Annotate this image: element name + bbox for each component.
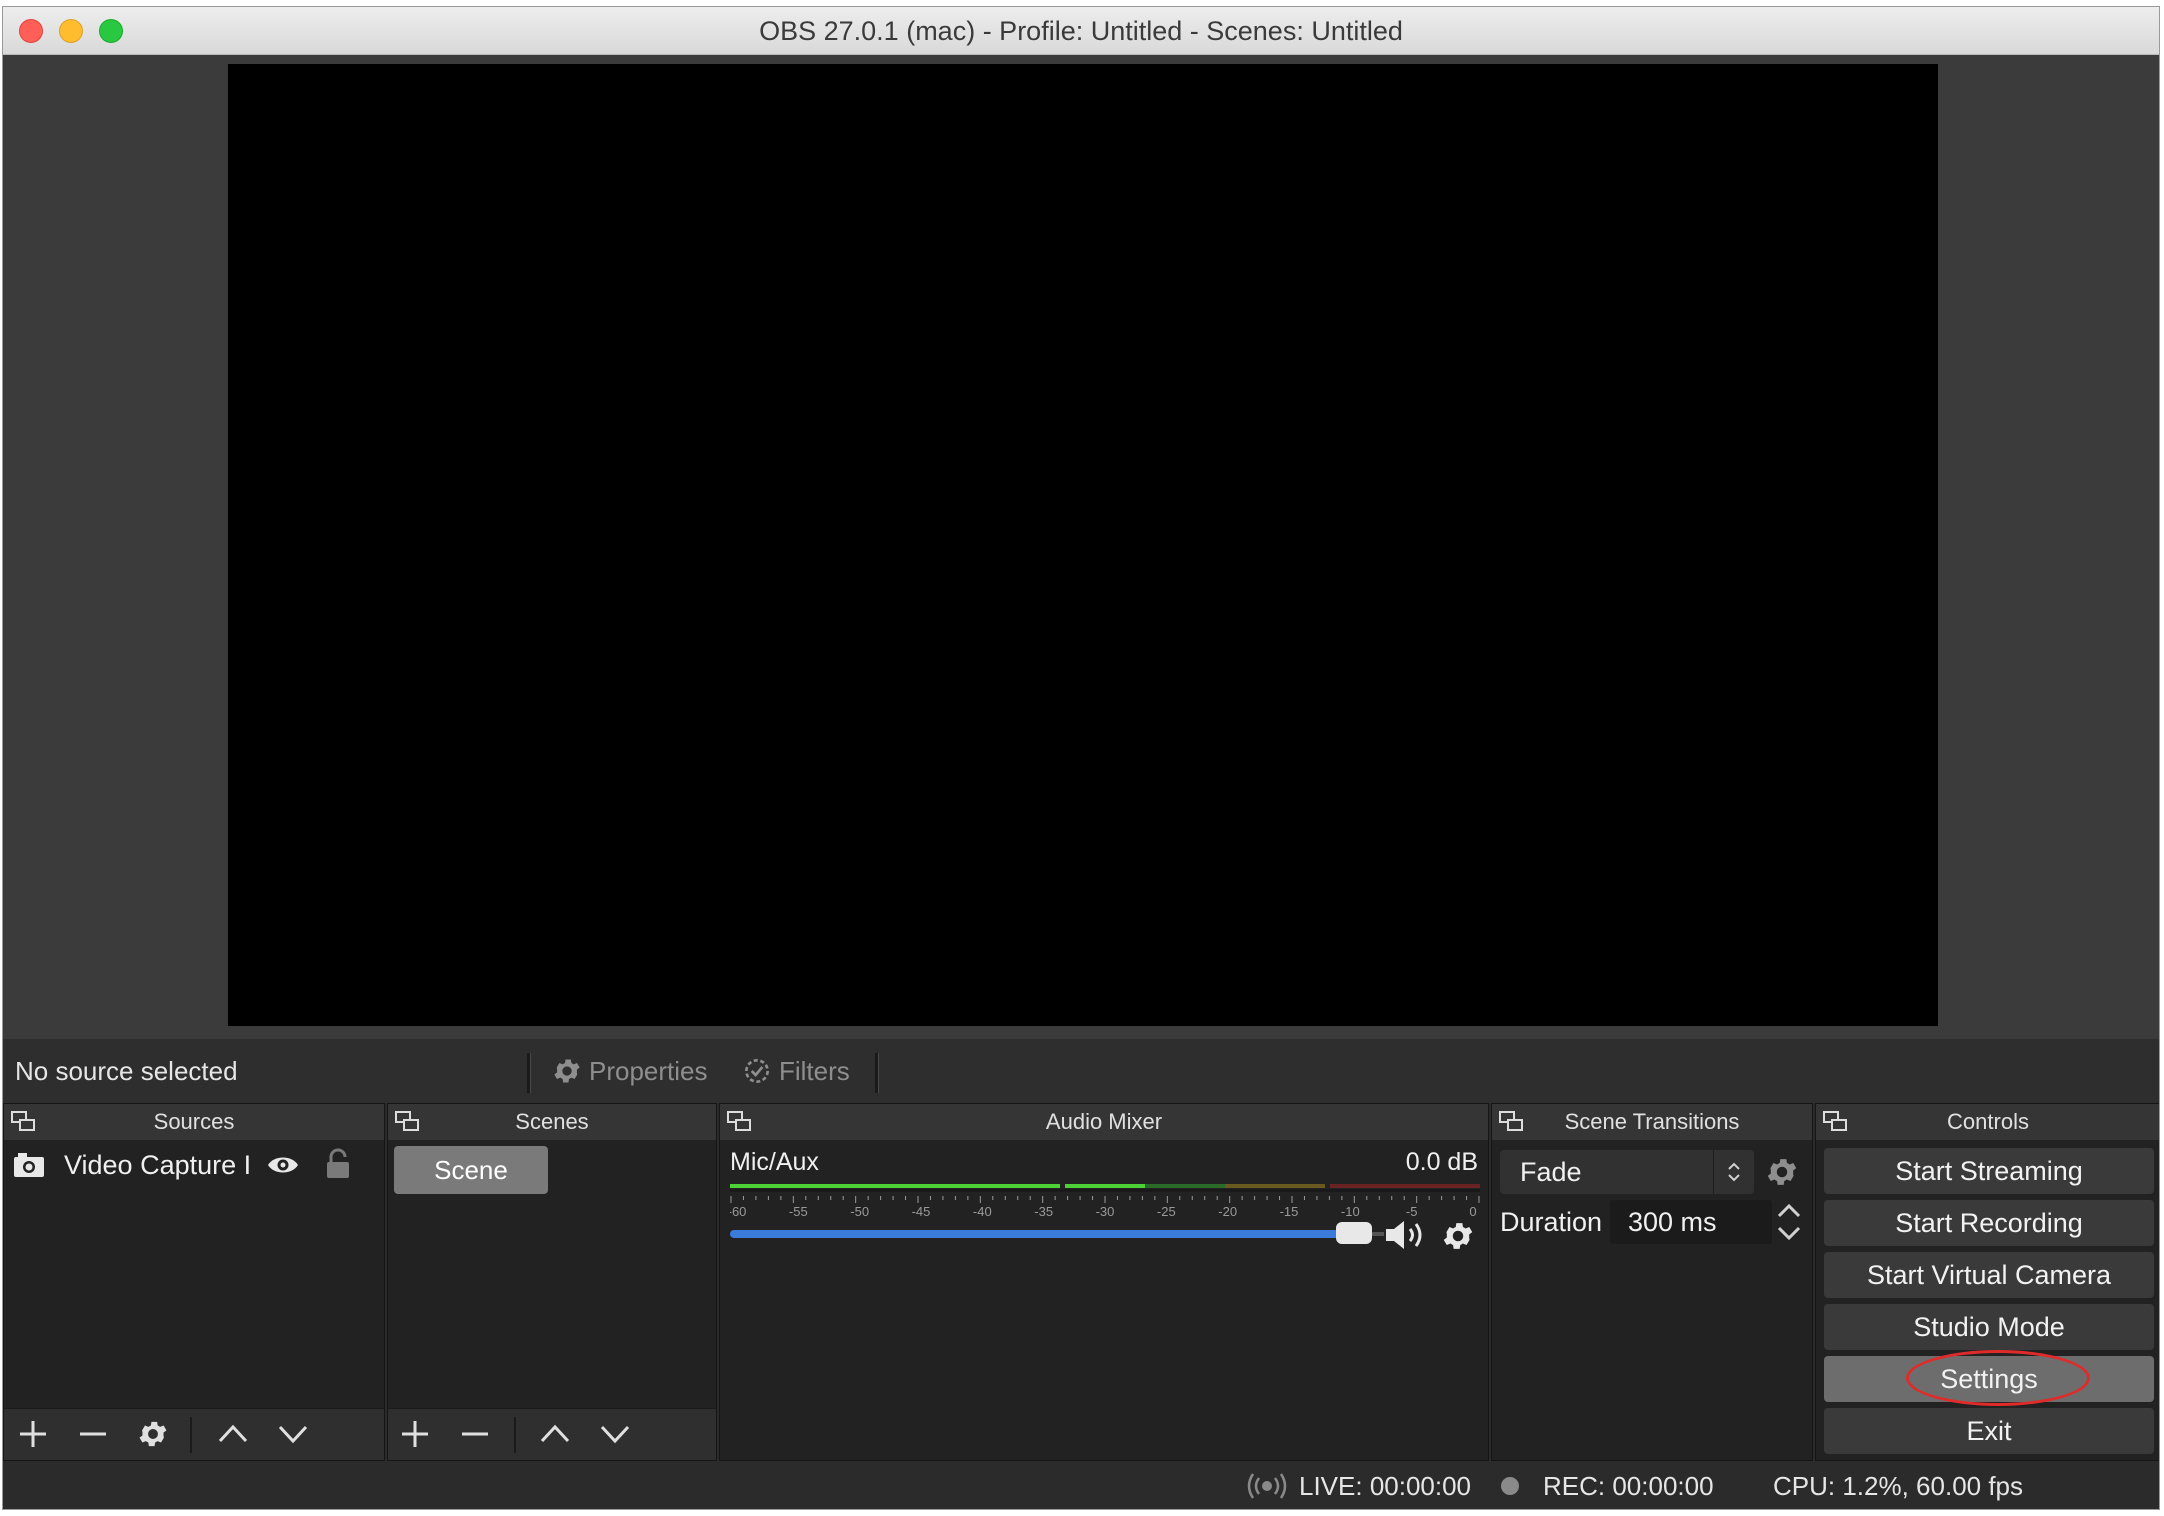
source-item-label: Video Capture I	[64, 1150, 252, 1180]
filters-button[interactable]: Filters	[741, 1039, 850, 1103]
status-bar: LIVE: 00:00:00 REC: 00:00:00 CPU: 1.2%, …	[3, 1461, 2159, 1509]
sources-dock-title: Sources	[4, 1104, 384, 1140]
scene-transitions-dock: Scene Transitions Fade Duration 300 ms	[1491, 1103, 1813, 1461]
duration-input[interactable]: 300 ms	[1610, 1200, 1772, 1244]
scenes-title: Scenes	[515, 1109, 589, 1134]
meter-tick-label: -55	[789, 1204, 808, 1219]
volume-slider-track[interactable]	[730, 1230, 1370, 1238]
audio-mixer-dock: Audio Mixer Mic/Aux 0.0 dB -60-55-50-45-…	[719, 1103, 1489, 1461]
meter-tick-label: -10	[1341, 1204, 1360, 1219]
rec-timer: REC: 00:00:00	[1543, 1471, 1714, 1501]
meter-tick-label: -5	[1406, 1204, 1418, 1219]
meter-tick-label: -50	[850, 1204, 869, 1219]
undock-icon[interactable]	[726, 1110, 754, 1134]
undock-icon[interactable]	[1498, 1110, 1526, 1134]
volume-slider-handle[interactable]	[1336, 1222, 1372, 1244]
source-status-label: No source selected	[15, 1056, 238, 1086]
scene-transitions-dock-title: Scene Transitions	[1492, 1104, 1812, 1140]
meter-tick-label: -45	[912, 1204, 931, 1219]
transition-select-value: Fade	[1520, 1157, 1582, 1187]
scene-item[interactable]: Scene	[394, 1146, 548, 1194]
meter-tick-label: -35	[1034, 1204, 1053, 1219]
record-indicator-icon	[1501, 1477, 1519, 1495]
remove-icon[interactable]	[458, 1417, 492, 1451]
camera-icon	[14, 1153, 44, 1177]
chevron-up-icon[interactable]	[216, 1417, 250, 1451]
undock-icon[interactable]	[10, 1110, 38, 1134]
filters-icon	[745, 1059, 769, 1083]
scenes-footer	[388, 1408, 716, 1460]
sources-title: Sources	[153, 1109, 235, 1134]
preview-canvas[interactable]	[228, 64, 1938, 1026]
mixer-channel-level: 0.0 dB	[1405, 1148, 1478, 1176]
start-recording-button[interactable]: Start Recording	[1824, 1200, 2154, 1246]
speaker-icon[interactable]	[1384, 1218, 1430, 1252]
filters-label: Filters	[779, 1055, 850, 1086]
exit-button[interactable]: Exit	[1824, 1408, 2154, 1454]
broadcast-icon	[1247, 1473, 1287, 1499]
add-icon[interactable]	[16, 1417, 50, 1451]
transition-select[interactable]: Fade	[1500, 1150, 1754, 1194]
meter-tick-label: -60	[730, 1204, 746, 1219]
remove-icon[interactable]	[76, 1417, 110, 1451]
audio-mixer-title: Audio Mixer	[1045, 1109, 1163, 1134]
duration-stepper[interactable]	[1774, 1200, 1804, 1244]
preview-area	[3, 55, 2159, 1039]
chevron-down-icon[interactable]	[598, 1417, 632, 1451]
toolbar-separator	[527, 1053, 531, 1093]
sources-footer	[4, 1408, 384, 1460]
gear-icon[interactable]	[136, 1417, 170, 1451]
meter-tick-label: -20	[1218, 1204, 1237, 1219]
undock-icon[interactable]	[394, 1110, 422, 1134]
toolbar-separator	[875, 1053, 879, 1093]
chevron-up-icon[interactable]	[538, 1417, 572, 1451]
undock-icon[interactable]	[1822, 1110, 1850, 1134]
eye-icon[interactable]	[266, 1152, 300, 1178]
add-icon[interactable]	[398, 1417, 432, 1451]
studio-mode-button[interactable]: Studio Mode	[1824, 1304, 2154, 1350]
window-title: OBS 27.0.1 (mac) - Profile: Untitled - S…	[759, 16, 1403, 46]
live-timer: LIVE: 00:00:00	[1299, 1471, 1472, 1501]
mixer-channel-name: Mic/Aux	[730, 1148, 819, 1176]
gear-icon	[554, 1059, 580, 1083]
volume-slider-rest	[1370, 1232, 1384, 1236]
meter-scale: -60-55-50-45-40-35-30-25-20-15-10-50	[730, 1196, 1480, 1219]
properties-label: Properties	[589, 1055, 708, 1086]
gear-icon[interactable]	[1764, 1154, 1800, 1190]
meter-tick-label: -30	[1096, 1204, 1115, 1219]
meter-tick-label: -40	[973, 1204, 992, 1219]
scene-transitions-title: Scene Transitions	[1564, 1109, 1740, 1134]
meter-tick-label: -15	[1280, 1204, 1299, 1219]
volume-meter	[730, 1184, 1480, 1192]
unlock-icon[interactable]	[324, 1148, 352, 1180]
start-streaming-button[interactable]: Start Streaming	[1824, 1148, 2154, 1194]
chevron-down-icon[interactable]	[276, 1417, 310, 1451]
chevron-updown-icon	[1728, 1162, 1740, 1182]
footer-separator	[190, 1417, 192, 1453]
select-arrows	[1713, 1150, 1754, 1194]
source-toolbar: No source selected Properties Filters	[3, 1039, 2159, 1103]
controls-dock-title: Controls	[1816, 1104, 2159, 1140]
sources-dock: Sources Video Capture I	[3, 1103, 385, 1461]
cpu-fps-readout: CPU: 1.2%, 60.00 fps	[1773, 1471, 2024, 1501]
source-item[interactable]: Video Capture I	[4, 1142, 384, 1188]
gear-icon[interactable]	[1440, 1218, 1476, 1254]
scenes-dock-title: Scenes	[388, 1104, 716, 1140]
obs-window: OBS 27.0.1 (mac) - Profile: Untitled - S…	[2, 6, 2160, 1510]
settings-button[interactable]: Settings	[1824, 1350, 2154, 1406]
title-bar: OBS 27.0.1 (mac) - Profile: Untitled - S…	[3, 7, 2159, 55]
footer-separator	[514, 1417, 516, 1453]
controls-dock: Controls Start Streaming Start Recording…	[1815, 1103, 2159, 1461]
scenes-dock: Scenes Scene	[387, 1103, 717, 1461]
duration-label: Duration	[1500, 1207, 1603, 1237]
meter-tick-label: 0	[1469, 1204, 1476, 1219]
settings-button-label: Settings	[1940, 1364, 2038, 1394]
start-virtual-camera-button[interactable]: Start Virtual Camera	[1824, 1252, 2154, 1298]
properties-button[interactable]: Properties	[551, 1039, 708, 1103]
audio-mixer-dock-title: Audio Mixer	[720, 1104, 1488, 1140]
meter-tick-label: -25	[1157, 1204, 1176, 1219]
controls-title: Controls	[1947, 1109, 2029, 1134]
